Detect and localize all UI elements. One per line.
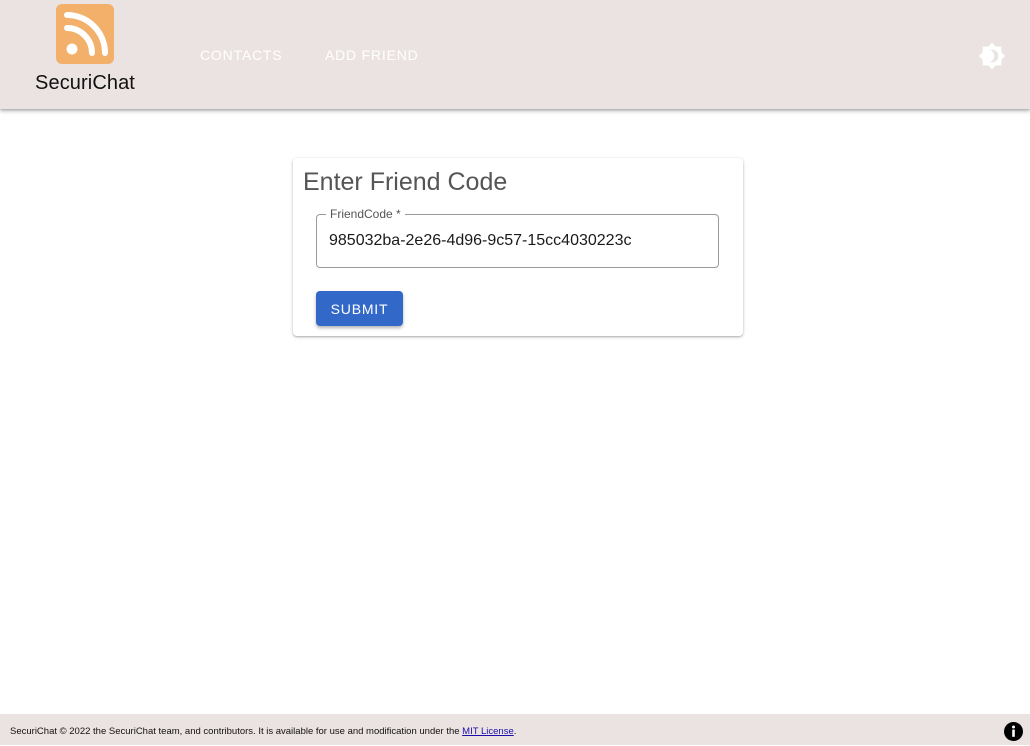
logo-text: SecuriChat: [35, 72, 135, 94]
friend-code-field: FriendCode *: [316, 207, 719, 268]
nav-contacts[interactable]: CONTACTS: [200, 47, 282, 63]
friend-code-label: FriendCode *: [326, 207, 405, 221]
friend-code-card: Enter Friend Code FriendCode * SUBMIT: [293, 158, 743, 336]
mit-license-link[interactable]: MIT License: [462, 726, 514, 737]
nav-add-friend[interactable]: ADD FRIEND: [325, 47, 419, 63]
brightness-icon[interactable]: [978, 42, 1006, 70]
footer-text: SecuriChat © 2022 the SecuriChat team, a…: [10, 726, 517, 737]
app-bar: SecuriChat CONTACTS ADD FRIEND: [0, 0, 1030, 109]
info-icon[interactable]: [1004, 722, 1023, 741]
submit-button[interactable]: SUBMIT: [316, 291, 403, 326]
rss-feed-icon: [56, 4, 114, 64]
friend-code-input[interactable]: [329, 227, 707, 255]
footer: SecuriChat © 2022 the SecuriChat team, a…: [0, 714, 1030, 745]
card-title: Enter Friend Code: [303, 168, 508, 196]
logo[interactable]: SecuriChat: [26, 4, 144, 96]
